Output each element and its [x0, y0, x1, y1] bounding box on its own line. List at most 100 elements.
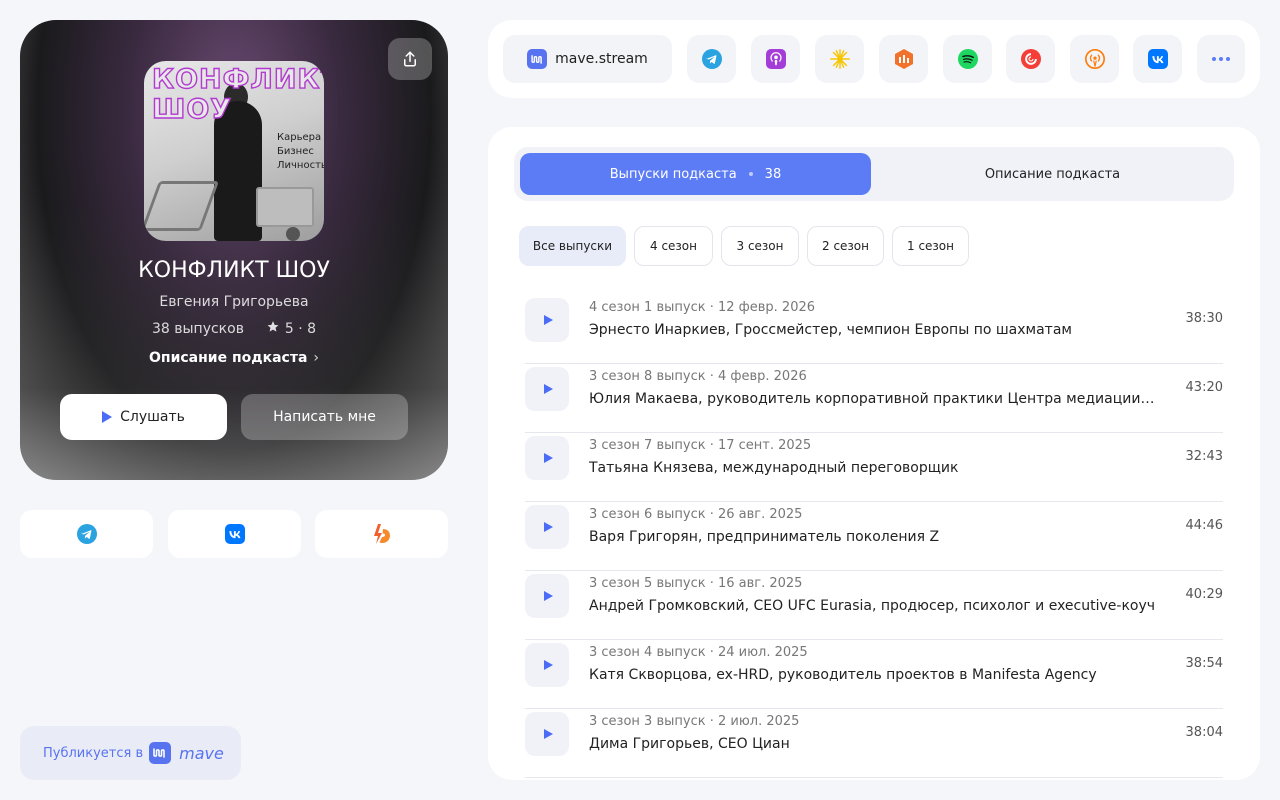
spotify-icon	[957, 49, 978, 69]
platform-apple-podcasts-button[interactable]	[751, 35, 800, 83]
episode-play-button[interactable]	[525, 436, 569, 480]
play-icon	[544, 315, 553, 325]
platforms-bar: mave.stream	[488, 20, 1260, 98]
cover-title-line1: КОНФЛИКТ	[151, 64, 324, 95]
platform-telegram-button[interactable]	[687, 35, 736, 83]
episode-play-button[interactable]	[525, 574, 569, 618]
share-button[interactable]	[388, 38, 432, 80]
play-icon	[544, 453, 553, 463]
vk-icon	[1147, 49, 1168, 69]
platform-pocket-casts-button[interactable]	[1006, 35, 1055, 83]
play-icon	[544, 660, 553, 670]
episode-row[interactable]: 3 сезон 5 выпуск · 16 авг. 2025 Андрей Г…	[525, 571, 1223, 640]
podcast-author: Евгения Григорьева	[159, 294, 309, 310]
episode-play-button[interactable]	[525, 367, 569, 411]
episode-title: Юлия Макаева, руководитель корпоративной…	[589, 391, 1155, 407]
episode-meta: 3 сезон 3 выпуск · 2 июл. 2025	[589, 714, 800, 729]
episode-meta: 3 сезон 8 выпуск · 4 февр. 2026	[589, 369, 807, 384]
episode-play-button[interactable]	[525, 712, 569, 756]
episode-duration: 38:30	[1185, 311, 1223, 326]
episode-meta: 3 сезон 6 выпуск · 26 авг. 2025	[589, 507, 803, 522]
cover-armchair	[256, 187, 314, 227]
season-filter-all[interactable]: Все выпуски	[519, 226, 626, 266]
telegram-icon	[701, 49, 722, 69]
boosty-icon	[373, 524, 390, 544]
cover-title-line2: ШОУ	[151, 94, 233, 125]
podcast-title: КОНФЛИКТ ШОУ	[138, 258, 330, 283]
write-label: Написать мне	[273, 409, 376, 425]
platform-soundstream-button[interactable]	[879, 35, 928, 83]
episode-meta: 3 сезон 5 выпуск · 16 авг. 2025	[589, 576, 803, 591]
episode-row[interactable]: 3 сезон 6 выпуск · 26 авг. 2025 Варя Гри…	[525, 502, 1223, 571]
episode-title: Катя Скворцова, ex-HRD, руководитель про…	[589, 667, 1097, 683]
dot-separator	[748, 172, 753, 176]
episode-play-button[interactable]	[525, 505, 569, 549]
vk-icon	[224, 524, 245, 544]
mave-logo-icon	[149, 742, 172, 764]
platform-vk-button[interactable]	[1133, 35, 1182, 83]
tab-episodes-label: Выпуски подкаста	[609, 166, 737, 182]
cover-tags: Карьера Бизнес Личность	[277, 131, 324, 173]
episode-row[interactable]: 3 сезон 8 выпуск · 4 февр. 2026 Юлия Мак…	[525, 364, 1223, 433]
episode-title: Татьяна Князева, международный переговор…	[589, 460, 959, 476]
season-filter-1[interactable]: 1 сезон	[892, 226, 969, 266]
tab-episodes[interactable]: Выпуски подкаста 38	[520, 153, 871, 195]
mave-stream-label: mave.stream	[555, 51, 648, 67]
podcast-meta: 38 выпусков 5 · 8	[20, 320, 448, 337]
rating-value: 5 · 8	[284, 321, 317, 337]
episode-meta: 3 сезон 4 выпуск · 24 июл. 2025	[589, 645, 808, 660]
mave-logo-icon	[527, 49, 548, 69]
podcast-cover-image: КОНФЛИКТ ШОУ Карьера Бизнес Личность	[144, 61, 324, 241]
mave-brand-text: mave	[179, 743, 224, 763]
platform-spotify-button[interactable]	[943, 35, 992, 83]
more-platforms-button[interactable]	[1197, 35, 1245, 83]
social-telegram-button[interactable]	[20, 510, 153, 558]
cover-chair	[144, 181, 220, 231]
episode-play-button[interactable]	[525, 643, 569, 687]
cover-tag: Карьера	[277, 132, 322, 143]
play-icon	[102, 411, 113, 423]
episode-duration: 44:46	[1185, 518, 1223, 533]
published-in-badge[interactable]: Публикуется в mave	[20, 726, 241, 780]
share-icon	[404, 51, 416, 67]
mave-stream-button[interactable]: mave.stream	[503, 35, 672, 83]
soundstream-icon	[894, 49, 913, 69]
platform-overcast-button[interactable]	[1070, 35, 1119, 83]
episode-row[interactable]: 3 сезон 3 выпуск · 2 июл. 2025 Дима Григ…	[525, 709, 1223, 778]
episode-title: Андрей Громковский, CEO UFC Eurasia, про…	[589, 598, 1155, 614]
season-filter-4[interactable]: 4 сезон	[634, 226, 713, 266]
podcast-description-link[interactable]: Описание подкаста ›	[20, 350, 448, 366]
write-me-button[interactable]: Написать мне	[241, 394, 408, 440]
episode-play-button[interactable]	[525, 298, 569, 342]
pocket-casts-icon	[1020, 49, 1041, 69]
social-boosty-button[interactable]	[315, 510, 448, 558]
cover-dot	[286, 227, 300, 241]
episode-row[interactable]: 3 сезон 7 выпуск · 17 сент. 2025 Татьяна…	[525, 433, 1223, 502]
platform-yandex-music-button[interactable]	[815, 35, 864, 83]
tab-description[interactable]: Описание подкаста	[871, 153, 1234, 195]
episode-title: Варя Григорян, предприниматель поколения…	[589, 529, 940, 545]
cover-title: КОНФЛИКТ ШОУ	[151, 64, 324, 125]
play-icon	[544, 384, 553, 394]
season-filter-3[interactable]: 3 сезон	[721, 226, 799, 266]
panel-tabs: Выпуски подкаста 38 Описание подкаста	[514, 147, 1234, 201]
description-link-label: Описание подкаста	[149, 350, 308, 366]
social-vk-button[interactable]	[168, 510, 301, 558]
episode-row[interactable]: 3 сезон 4 выпуск · 24 июл. 2025 Катя Скв…	[525, 640, 1223, 709]
play-icon	[544, 522, 553, 532]
listen-label: Слушать	[120, 409, 185, 425]
star-icon	[266, 320, 280, 337]
episodes-panel: Выпуски подкаста 38 Описание подкаста Вс…	[488, 127, 1260, 780]
cover-tag: Бизнес	[277, 146, 314, 157]
episode-row[interactable]: 4 сезон 1 выпуск · 12 февр. 2026 Эрнесто…	[525, 295, 1223, 364]
apple-podcasts-icon	[765, 49, 786, 69]
yandex-music-icon	[829, 49, 850, 69]
tab-description-label: Описание подкаста	[984, 166, 1121, 182]
episode-duration: 40:29	[1185, 587, 1223, 602]
season-filter-2[interactable]: 2 сезон	[807, 226, 884, 266]
podcast-hero-card: КОНФЛИКТ ШОУ Карьера Бизнес Личность КОН…	[20, 20, 448, 480]
listen-button[interactable]: Слушать	[60, 394, 227, 440]
episode-duration: 38:04	[1185, 725, 1223, 740]
episode-title: Эрнесто Инаркиев, Гроссмейстер, чемпион …	[589, 322, 1072, 338]
episode-meta: 4 сезон 1 выпуск · 12 февр. 2026	[589, 300, 816, 315]
